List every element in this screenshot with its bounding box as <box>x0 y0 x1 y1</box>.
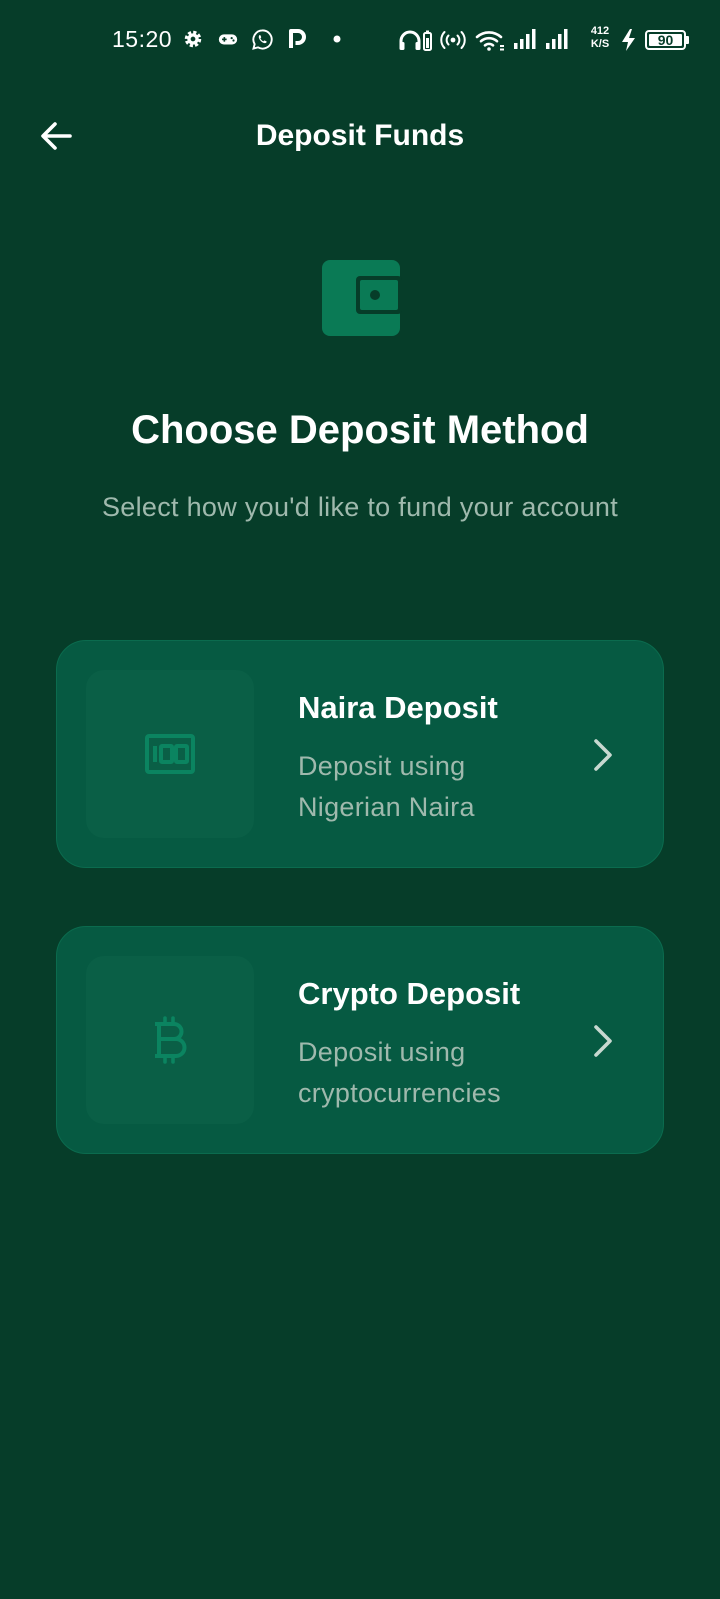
notification-dot-icon <box>333 35 341 43</box>
description-line: Deposit using <box>298 751 466 781</box>
naira-deposit-title: Naira Deposit <box>298 690 498 725</box>
network-speed: 412 K/S <box>587 25 613 51</box>
card-icon-box <box>86 670 254 838</box>
crypto-deposit-description: Deposit using cryptocurrencies <box>298 1032 588 1114</box>
bitcoin-icon <box>155 1016 187 1064</box>
crypto-deposit-card[interactable]: Crypto Deposit Deposit using cryptocurre… <box>56 926 664 1154</box>
signal-sim1-icon <box>514 29 536 49</box>
banknote-icon <box>145 734 195 774</box>
chevron-right-icon <box>594 739 612 771</box>
wifi-icon <box>475 31 504 51</box>
chevron-right-icon <box>594 1025 612 1057</box>
battery-tip <box>686 36 689 44</box>
description-line: Nigerian Naira <box>298 792 475 822</box>
headphones-battery-icon <box>399 30 432 51</box>
card-icon-box <box>86 956 254 1124</box>
charging-bolt-icon <box>622 29 635 51</box>
deposit-method-heading: Choose Deposit Method <box>131 408 589 452</box>
app-bar: Deposit Funds <box>0 100 720 172</box>
deposit-method-subheading: Select how you'd like to fund your accou… <box>101 492 619 522</box>
network-speed-unit: K/S <box>590 38 610 50</box>
gamepad-icon <box>218 34 238 45</box>
whatsapp-icon <box>252 29 273 50</box>
naira-deposit-card[interactable]: Naira Deposit Deposit using Nigerian Nai… <box>56 640 664 868</box>
wallet-icon <box>322 260 402 336</box>
naira-deposit-description: Deposit using Nigerian Naira <box>298 746 588 828</box>
hotspot-icon <box>440 31 466 49</box>
status-time: 15:20 <box>112 26 173 52</box>
signal-sim2-icon <box>546 29 568 49</box>
crypto-deposit-title: Crypto Deposit <box>298 976 521 1011</box>
status-bar: 15:20 412 K/S 90 <box>0 0 720 80</box>
description-line: Deposit using <box>298 1037 466 1067</box>
battery-indicator: 90 <box>645 30 686 50</box>
network-speed-value: 412 <box>590 25 610 37</box>
settings-icon <box>184 30 202 48</box>
battery-percentage: 90 <box>657 32 674 48</box>
p-app-icon <box>289 29 306 48</box>
description-line: cryptocurrencies <box>298 1078 501 1108</box>
page-title: Deposit Funds <box>255 119 465 152</box>
